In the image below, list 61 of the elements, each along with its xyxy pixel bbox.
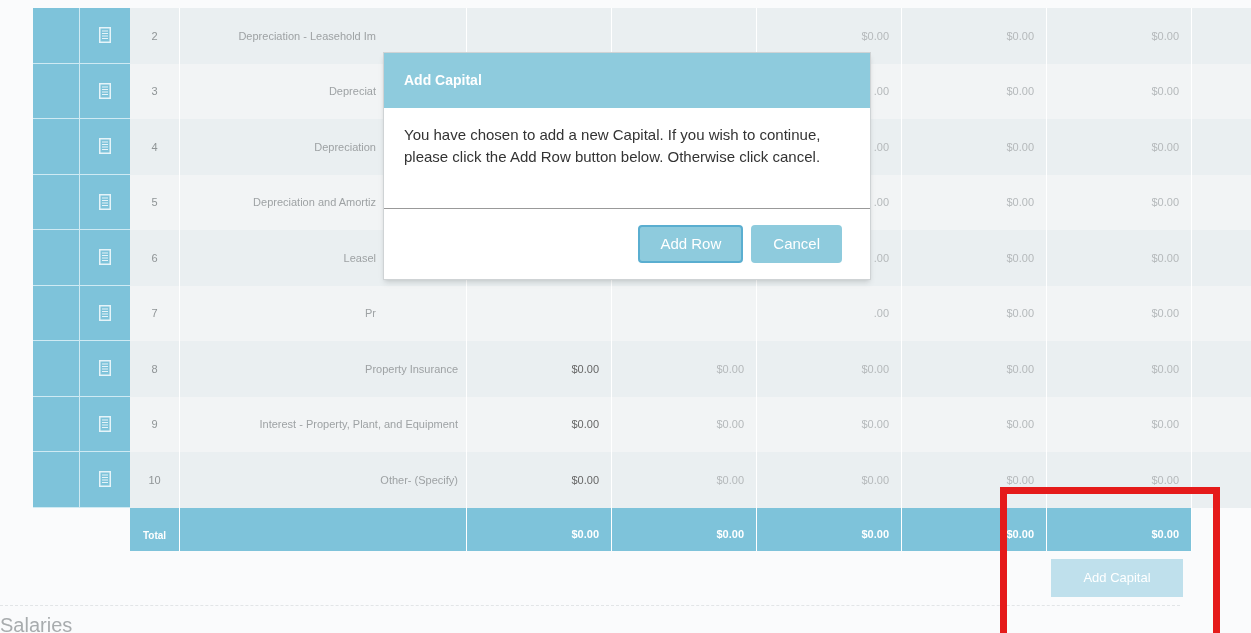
total-amount: $0.00 [571,527,599,542]
amount-text: $0.00 [1151,195,1179,210]
row-number: 3 [151,84,158,99]
row-number: 9 [151,417,158,432]
row-label: Other- (Specify) [380,472,458,488]
row-label: Depreciat [328,84,376,99]
amount-text: $0.00 [716,417,744,432]
row-number: 5 [151,195,158,210]
row-label: Pr [365,306,376,321]
amount-text: $0.00 [571,472,599,488]
amount-text: $0.00 [1151,306,1179,321]
row-label: Depreciation [314,139,376,155]
row-handle[interactable] [33,63,80,119]
dialog-button[interactable]: Add Row [638,225,744,263]
row-handle[interactable] [33,285,80,341]
row-label: Leasel [343,250,376,266]
add-capital-button[interactable]: Add Capital [1051,558,1183,597]
row-handle[interactable] [33,119,80,175]
amount-text: $0.00 [571,361,599,377]
dialog-button[interactable]: Cancel [751,225,842,263]
row-handle[interactable] [33,452,80,508]
document-icon[interactable] [99,304,111,321]
amount-text: $0.00 [1006,195,1034,210]
row-label: Property Insurance [365,361,458,377]
total-amount: $0.00 [1151,527,1179,542]
amount-text: $0.00 [571,417,599,432]
row-handle[interactable] [33,174,80,230]
row-number: 7 [151,306,158,321]
document-icon[interactable] [99,193,111,210]
document-icon[interactable] [99,360,111,377]
amount-text: $0.00 [1006,306,1034,321]
amount-text: $0.00 [1006,417,1034,432]
row-label: Depreciation - Leasehold Im [238,28,376,44]
document-icon[interactable] [99,82,111,99]
amount-text: $0.00 [861,417,889,432]
dialog-message: You have chosen to add a new Capital. If you wish to continue, please click the Add Row button below. Otherwise click cancel. [403,125,822,167]
document-icon[interactable] [99,249,111,266]
total-amount: $0.00 [716,527,744,542]
row-number: 10 [148,472,161,488]
row-number: 8 [151,361,158,377]
amount-text: $0.00 [1151,417,1179,432]
total-label: Total [142,528,167,543]
row-number: 2 [151,28,158,44]
total-amount: $0.00 [1006,527,1034,542]
row-number: 4 [151,139,158,155]
amount-text: $0.00 [1006,84,1034,99]
amount-text: $0.00 [1151,84,1179,99]
row-label: Interest - Property, Plant, and Equipment [259,417,458,432]
section-heading: Salaries [0,612,74,633]
row-handle[interactable] [33,341,80,397]
total-amount: $0.00 [861,527,889,542]
row-handle[interactable] [33,396,80,452]
document-icon[interactable] [99,27,111,44]
row-handle[interactable] [33,8,80,64]
row-number: 6 [151,250,158,266]
document-icon[interactable] [99,471,111,488]
row-label: Depreciation and Amortiz [253,195,376,210]
row-handle[interactable] [33,230,80,286]
document-icon[interactable] [99,415,111,432]
document-icon[interactable] [99,138,111,155]
dialog-title: Add Capital [404,71,482,90]
